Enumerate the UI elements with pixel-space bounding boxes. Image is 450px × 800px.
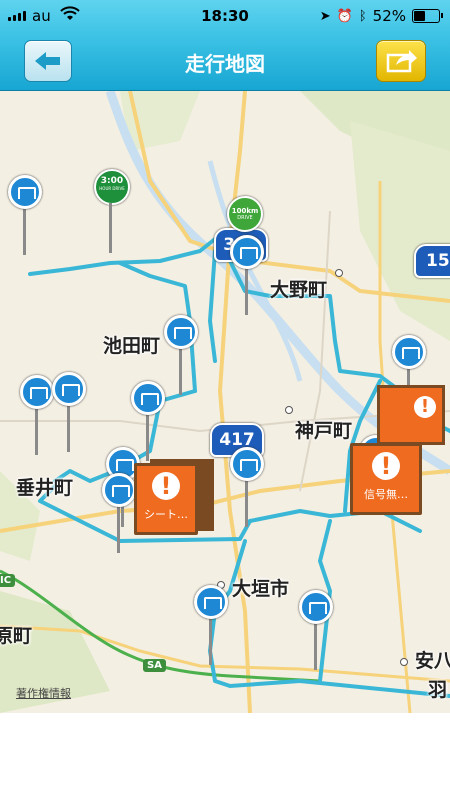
train-pin-icon[interactable] xyxy=(392,335,426,369)
bridge-pin-icon[interactable] xyxy=(8,175,42,209)
pin-glyph xyxy=(204,597,222,609)
pin-glyph xyxy=(112,485,130,497)
pin-glyph xyxy=(174,327,192,339)
navigation-bar: 走行地図 xyxy=(0,34,450,91)
junction-pin-icon[interactable] xyxy=(230,447,264,481)
warning-sign-face: ! 信号無… xyxy=(353,446,419,512)
bridge-pin-icon[interactable] xyxy=(131,381,165,415)
badge-pin-stem xyxy=(109,203,112,253)
pin-glyph xyxy=(402,347,420,359)
warning-sign-front: ! シート… xyxy=(134,463,198,535)
copyright-link[interactable]: 著作権情報 xyxy=(16,685,71,701)
warning-sign-face: ! シート… xyxy=(137,466,195,532)
status-bar: au 18:30 ➤ ⏰ ᛒ 52% xyxy=(0,0,450,34)
pin-glyph xyxy=(240,247,258,259)
battery-fill xyxy=(414,11,426,21)
pin-stem xyxy=(23,205,26,255)
pin-glyph xyxy=(18,187,36,199)
pin-stem xyxy=(67,402,70,452)
pin-glyph xyxy=(141,393,159,405)
pin-stem xyxy=(117,503,120,553)
location-arrow-icon: ➤ xyxy=(319,8,331,24)
pin-glyph xyxy=(62,384,80,396)
badge-100km-drive-caption: DRIVE xyxy=(237,215,253,221)
pin-stem xyxy=(245,477,248,527)
place-label-ono: 大野町 xyxy=(270,279,328,301)
warning-label: シート… xyxy=(144,508,188,521)
alarm-icon: ⏰ xyxy=(336,8,353,24)
share-button[interactable] xyxy=(376,40,426,82)
pin-stem xyxy=(314,620,317,670)
warning-sign-front: ! 信号無… xyxy=(350,443,422,515)
warning-marker-signal[interactable]: ! 信号無… xyxy=(350,443,430,525)
junction-pin-icon[interactable] xyxy=(194,585,228,619)
pin-stem xyxy=(245,265,248,315)
place-label-ikeda: 池田町 xyxy=(103,335,161,357)
bridge-pin-icon[interactable] xyxy=(52,372,86,406)
place-label-sekigahara: 原町 xyxy=(0,625,33,647)
service-area-label: SA xyxy=(143,659,166,672)
town-dot xyxy=(400,658,408,666)
building-pin-icon[interactable] xyxy=(164,315,198,349)
badge-3-hour-drive-caption: HOUR DRIVE xyxy=(99,186,125,191)
exclamation-icon: ! xyxy=(414,396,436,418)
pin-icon[interactable] xyxy=(230,235,264,269)
pin-glyph xyxy=(240,459,258,471)
bridge-pin-icon[interactable] xyxy=(20,375,54,409)
place-label-tarui: 垂井町 xyxy=(16,477,74,499)
interchange-label: IC xyxy=(0,574,16,587)
warning-marker-seatbelt[interactable]: ! シート… xyxy=(130,459,218,541)
warning-label: 信号無… xyxy=(364,488,408,501)
place-label-yasu: 安八 xyxy=(415,650,450,672)
pin-stem xyxy=(179,345,182,395)
pin-glyph xyxy=(309,602,327,614)
town-dot xyxy=(335,269,343,277)
drive-route-map[interactable]: 池田町 大野町 神戸町 垂井町 大垣市 安八 羽 原町 303 417 157 … xyxy=(0,91,450,713)
exclamation-icon: ! xyxy=(152,472,180,500)
pin-stem xyxy=(35,405,38,455)
share-export-icon xyxy=(386,50,417,73)
battery-percent: 52% xyxy=(372,7,406,25)
pin-glyph xyxy=(30,387,48,399)
place-label-godo: 神戸町 xyxy=(295,420,353,442)
battery-icon xyxy=(412,9,443,23)
badge-3-hour-drive: 3:00 HOUR DRIVE xyxy=(94,169,130,205)
pin-stem xyxy=(209,615,212,665)
badge-100km-drive: 100km DRIVE xyxy=(227,196,263,232)
place-label-ogaki: 大垣市 xyxy=(232,578,290,600)
warning-marker-partial[interactable]: ! xyxy=(377,385,445,445)
warning-sign-face: ! xyxy=(380,388,442,442)
badge-3-hour-drive-time: 3:00 xyxy=(100,176,124,186)
place-label-hashima: 羽 xyxy=(428,679,448,701)
bottom-blank-area xyxy=(0,713,450,800)
badge-100km-drive-distance: 100km xyxy=(231,207,259,215)
route-shield-157: 157 xyxy=(414,244,450,278)
town-dot xyxy=(285,406,293,414)
bluetooth-icon: ᛒ xyxy=(358,8,367,24)
exclamation-icon: ! xyxy=(372,452,400,480)
junction-pin-icon[interactable] xyxy=(299,590,333,624)
pin-stem xyxy=(146,411,149,461)
